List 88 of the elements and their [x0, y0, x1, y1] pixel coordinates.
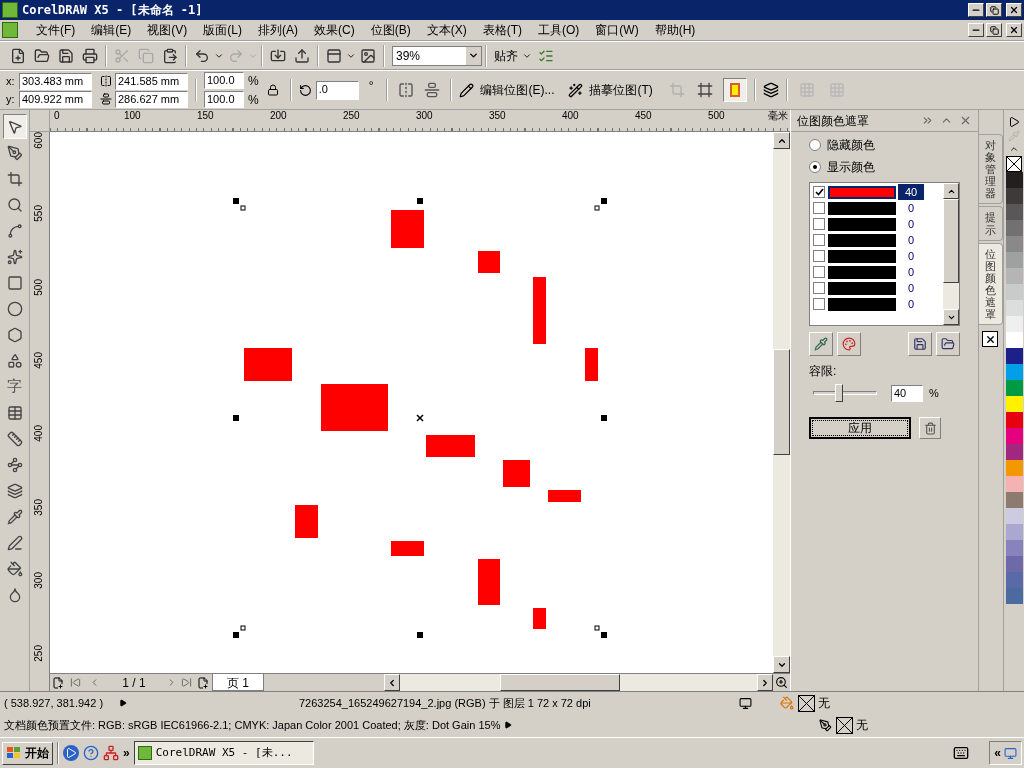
- menu-item[interactable]: 排列(A): [250, 21, 306, 39]
- ruler-label: 350: [489, 110, 506, 122]
- color-list-row[interactable]: 0: [810, 248, 943, 264]
- task-label: CorelDRAW X5 - [未...: [155, 744, 293, 761]
- tolerance-value: 0: [906, 265, 916, 280]
- color-list-row[interactable]: 40: [810, 184, 943, 200]
- width-field[interactable]: 241.585 mm: [115, 72, 188, 90]
- degree-label: °: [368, 78, 374, 95]
- ruler-label: 450: [33, 351, 45, 369]
- ruler-label: 350: [33, 498, 45, 516]
- edit-bitmap-button[interactable]: 编辑位图(E)...: [478, 81, 557, 99]
- scale-x-field[interactable]: 100.0: [204, 72, 244, 89]
- menu-item[interactable]: 文本(X): [418, 21, 475, 39]
- tolerance-value: 40: [898, 184, 924, 200]
- outline-value: 无: [856, 717, 868, 734]
- color-list-row[interactable]: 0: [810, 232, 943, 248]
- height-field[interactable]: 286.627 mm: [115, 90, 188, 108]
- object-info: 7263254_165249627194_2.jpg (RGB) 于 图层 1 72 x 72 dpi: [299, 695, 592, 711]
- cursor-coordinates: ( 538.927, 381.942 ): [4, 695, 105, 711]
- x-label: x:: [6, 73, 16, 89]
- x-field[interactable]: 303.483 mm: [19, 72, 92, 90]
- menu-item[interactable]: 窗口(W): [587, 21, 647, 39]
- menu-item[interactable]: 编辑(E): [83, 21, 140, 39]
- zoom-combo[interactable]: 39%: [392, 45, 482, 66]
- ruler-label: 100: [124, 110, 141, 122]
- ruler-label: 300: [416, 110, 433, 122]
- trace-bitmap-button[interactable]: 描摹位图(T): [587, 81, 655, 99]
- y-field[interactable]: 409.922 mm: [19, 90, 92, 108]
- snap-button[interactable]: 贴齐: [490, 46, 522, 65]
- tolerance-value: 0: [906, 201, 916, 216]
- ruler-label: 600: [33, 132, 45, 149]
- tray-toggle-button[interactable]: «: [989, 741, 1022, 765]
- ruler-label: 250: [343, 110, 360, 122]
- ruler-label: 150: [197, 110, 214, 122]
- docker-tab[interactable]: 提示: [979, 206, 1003, 241]
- menu-item[interactable]: 版面(L): [195, 21, 250, 39]
- ruler-label: 0: [54, 110, 60, 122]
- page-tab[interactable]: 页 1: [212, 674, 264, 691]
- text-tool-button[interactable]: 字: [2, 374, 27, 399]
- docker-title: 位图颜色遮罩: [797, 112, 870, 130]
- menu-item[interactable]: 帮助(H): [646, 21, 704, 39]
- radio-option[interactable]: 显示颜色: [809, 158, 960, 176]
- menu-item[interactable]: 文件(F): [28, 21, 84, 39]
- percent-label: %: [929, 385, 939, 401]
- scale-y-field[interactable]: 100.0: [204, 91, 244, 108]
- tolerance-value: 0: [906, 249, 916, 264]
- y-label: y:: [6, 91, 16, 107]
- ruler-label: 400: [562, 110, 579, 122]
- tolerance-value: 0: [906, 217, 916, 232]
- taskbar-task[interactable]: CorelDRAW X5 - [未...: [133, 741, 314, 765]
- menu-item[interactable]: 表格(T): [474, 21, 530, 39]
- page-counter: 1 / 1: [121, 674, 147, 692]
- docker-tab[interactable]: 位图颜色遮罩: [979, 242, 1003, 326]
- rotation-field[interactable]: .0: [315, 80, 359, 100]
- percent-label: %: [248, 72, 259, 90]
- ruler-label: 250: [33, 645, 45, 662]
- window-title: CorelDRAW X5 - [未命名 -1]: [22, 2, 204, 19]
- ruler-label: 500: [708, 110, 725, 122]
- tolerance-label: 容限:: [809, 363, 838, 380]
- tolerance-value: 0: [906, 297, 916, 312]
- menu-item[interactable]: 工具(O): [530, 21, 588, 39]
- ruler-label: 450: [635, 110, 652, 122]
- apply-button[interactable]: 应用: [809, 417, 911, 439]
- color-list-row[interactable]: 0: [810, 296, 943, 312]
- menu-item[interactable]: 视图(V): [139, 21, 196, 39]
- color-list-row[interactable]: 0: [810, 280, 943, 296]
- percent-label: %: [248, 91, 259, 109]
- fill-value: 无: [818, 695, 830, 712]
- menu-item[interactable]: 位图(B): [362, 21, 419, 39]
- start-button[interactable]: 开始: [2, 741, 53, 765]
- zoom-value: 39%: [395, 47, 422, 65]
- color-list-row[interactable]: 0: [810, 264, 943, 280]
- ruler-label: 500: [33, 278, 45, 296]
- ruler-label: 400: [33, 425, 45, 442]
- tolerance-value: 0: [906, 233, 916, 248]
- tolerance-field[interactable]: 40: [891, 384, 923, 402]
- overflow-chevron[interactable]: »: [123, 744, 130, 762]
- color-list-row[interactable]: 0: [810, 200, 943, 216]
- color-profile-info: 文档颜色预置文件: RGB: sRGB IEC61966-2.1; CMYK: Japan Color 2001 Coated; 灰度: Dot Gain 15%: [4, 717, 501, 733]
- menu-item[interactable]: 效果(C): [306, 21, 363, 39]
- ruler-label: 550: [33, 205, 45, 222]
- radio-option[interactable]: 隐藏颜色: [809, 136, 960, 154]
- docker-tab[interactable]: 对象管理器: [979, 134, 1003, 205]
- tolerance-value: 0: [906, 281, 916, 296]
- ruler-label: 200: [270, 110, 287, 122]
- ruler-unit: 毫米: [768, 110, 788, 122]
- ruler-label: 300: [33, 571, 45, 589]
- color-list-row[interactable]: 0: [810, 216, 943, 232]
